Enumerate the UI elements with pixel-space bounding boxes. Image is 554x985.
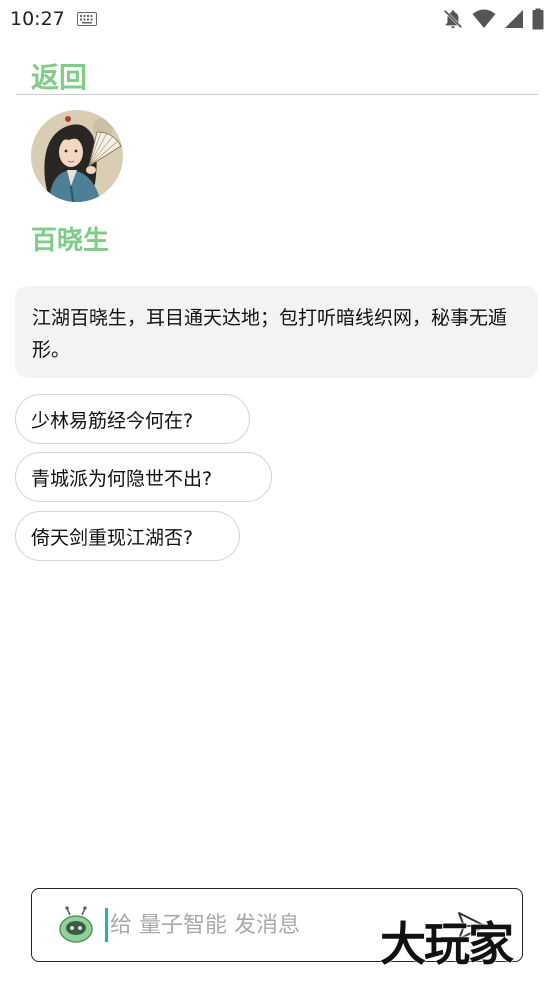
status-bar: 10:27 — [0, 0, 554, 38]
message-input[interactable] — [110, 905, 410, 945]
watermark-logo: 大玩家 — [380, 917, 514, 971]
bot-name: 百晓生 — [31, 226, 110, 256]
suggestion-chip[interactable]: 少林易筋经今何在? — [15, 394, 250, 444]
back-button[interactable]: 返回 — [31, 56, 87, 96]
signal-icon — [505, 10, 523, 28]
notifications-off-icon — [443, 9, 463, 29]
character-portrait-icon — [31, 110, 123, 202]
wifi-icon — [472, 9, 496, 28]
header-divider — [16, 94, 538, 95]
bot-avatar — [31, 110, 123, 202]
suggestion-chip[interactable]: 青城派为何隐世不出? — [15, 452, 272, 502]
intro-message-bubble: 江湖百晓生，耳目通天达地；包打听暗线织网，秘事无遁形。 — [15, 286, 538, 378]
chat-screen: 10:27 返回 百晓生 江湖百晓生，耳目通天达地；包打听暗线织网，秘事无遁形。… — [0, 0, 554, 985]
text-caret — [105, 908, 108, 942]
status-icons — [442, 8, 544, 30]
robot-avatar-icon — [59, 906, 93, 943]
suggestion-chip[interactable]: 倚天剑重现江湖否? — [15, 511, 240, 561]
battery-icon — [532, 8, 544, 30]
status-time: 10:27 — [10, 8, 65, 30]
keyboard-icon — [76, 12, 97, 26]
